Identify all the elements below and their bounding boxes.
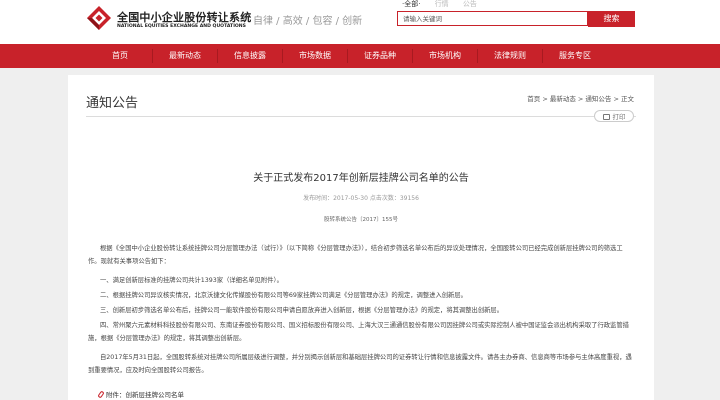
article-title: 关于正式发布2017年创新层挂牌公司名单的公告 (253, 173, 469, 184)
search-tab-all[interactable]: ·全部· (402, 0, 420, 8)
article-paragraph: 一、满足创新层标准的挂牌公司共计1393家（详细名单见附件）。 (100, 277, 283, 284)
attachment-link[interactable]: 附件：创新层挂牌公司名单 (97, 389, 184, 399)
nav-separator (217, 49, 218, 63)
document-number: 股转系统公告〔2017〕155号 (324, 217, 398, 223)
nav-separator (347, 49, 348, 63)
search-tab-quotes[interactable]: 行情 (435, 0, 449, 8)
article-paragraph: 根据《全国中小企业股份转让系统挂牌公司分层管理办法（试行）》（以下简称《分层管理… (88, 245, 623, 265)
article-paragraph: 二、根据挂牌公司异议核实情况，北京沃捷文化传媒股份有限公司等69家挂牌公司满足《… (100, 292, 467, 299)
article-paragraph: 四、常州聚六元素材料科技股份有限公司、东南证券股份有限公司、国义招标股份有限公司… (88, 322, 629, 342)
nav-separator (477, 49, 478, 63)
article-meta: 发布时间：2017-05-30 点击次数：39156 (303, 195, 419, 202)
breadcrumb[interactable]: 首页 > 最新动态 > 通知公告 > 正文 (527, 93, 634, 103)
section-title: 通知公告 (86, 96, 139, 111)
brand-name-english: NATIONAL EQUITIES EXCHANGE AND QUOTATION… (117, 24, 246, 29)
search-tab-announcements[interactable]: 公告 (463, 0, 477, 8)
nav-separator (412, 49, 413, 63)
nav-item-securities[interactable]: 证券品种 (364, 44, 396, 68)
nav-item-rules[interactable]: 法律规则 (494, 44, 526, 68)
section-divider (86, 116, 636, 117)
nav-item-services[interactable]: 服务专区 (559, 44, 591, 68)
nav-item-market-data[interactable]: 市场数据 (299, 44, 331, 68)
nav-item-home[interactable]: 首页 (112, 44, 128, 68)
nav-item-institutions[interactable]: 市场机构 (429, 44, 461, 68)
nav-separator (282, 49, 283, 63)
print-label: 打印 (612, 113, 626, 121)
nav-item-latest-news[interactable]: 最新动态 (169, 44, 201, 68)
top-header: 全国中小企业股份转让系统 NATIONAL EQUITIES EXCHANGE … (0, 0, 720, 44)
print-button[interactable]: 打印 (594, 110, 634, 122)
neeq-logo-icon[interactable] (86, 5, 112, 31)
main-nav: 首页 最新动态 信息披露 市场数据 证券品种 市场机构 法律规则 服务专区 (0, 44, 720, 68)
search-scope-tabs: ·全部· 行情 公告 (402, 0, 489, 9)
nav-separator (542, 49, 543, 63)
content-panel: 通知公告 首页 > 最新动态 > 通知公告 > 正文 打印 关于正式发布2017… (68, 75, 654, 400)
slogan: 自律 / 高效 / 包容 / 创新 (253, 16, 363, 27)
nav-separator (152, 49, 153, 63)
search-input[interactable]: 请输入关键词 (397, 11, 588, 26)
paperclip-icon (97, 390, 105, 399)
search-button[interactable]: 搜索 (588, 11, 635, 27)
article-paragraph: 三、创新层初步筛选名单公布后，挂牌公司一能软件股份有限公司申请自愿放弃进入创新层… (100, 307, 503, 314)
brand-name[interactable]: 全国中小企业股份转让系统 (117, 9, 251, 25)
printer-icon (602, 114, 610, 120)
attachment-label: 附件：创新层挂牌公司名单 (106, 391, 184, 399)
article-paragraph: 自2017年5月31日起，全国股转系统对挂牌公司所属层级进行调整，并分别揭示创新… (88, 354, 632, 374)
nav-item-disclosure[interactable]: 信息披露 (234, 44, 266, 68)
